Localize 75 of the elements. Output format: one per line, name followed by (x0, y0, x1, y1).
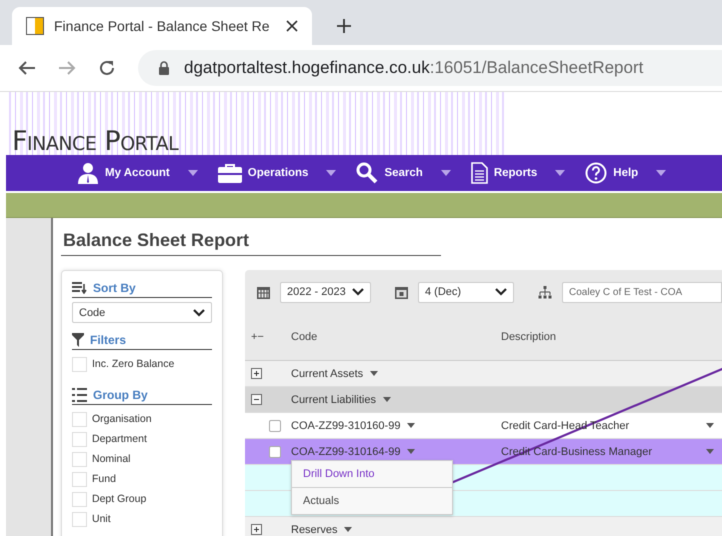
new-tab-icon[interactable] (336, 18, 352, 34)
menu-item[interactable]: Actuals (292, 488, 452, 514)
filter-icon (72, 333, 84, 347)
period-select[interactable]: 4 (Dec) (418, 282, 514, 302)
list-icon (72, 388, 87, 402)
expand-collapse-header[interactable]: +− (245, 331, 291, 343)
document-icon (470, 162, 488, 184)
checkbox[interactable] (269, 420, 281, 432)
close-icon[interactable] (286, 20, 298, 32)
caret-icon (555, 170, 566, 176)
table-cell: Credit Card-Business Manager (501, 446, 652, 458)
checkbox-label: Dept Group (92, 493, 146, 505)
page-title: Balance Sheet Report (61, 218, 441, 256)
hierarchy-icon (538, 286, 552, 298)
nav-menu-item[interactable]: Operations (214, 163, 340, 183)
address-bar[interactable]: dgatportaltest.hogefinance.co.uk:16051/BalanceSheetReport (138, 50, 722, 86)
group-label: Current Liabilities (291, 394, 376, 406)
favicon-icon (26, 17, 44, 35)
caret-icon[interactable] (706, 449, 714, 454)
url-text: dgatportaltest.hogefinance.co.uk:16051/BalanceSheetReport (184, 58, 644, 78)
lock-icon (158, 61, 170, 75)
portal-title: Finance Portal (12, 129, 178, 155)
checkbox-label: Organisation (92, 413, 152, 425)
browser-tab[interactable]: Finance Portal - Balance Sheet Re (12, 7, 312, 45)
menu-item[interactable]: Drill Down Into (292, 461, 452, 488)
person-icon (77, 162, 99, 184)
checkbox-label: Fund (92, 473, 116, 485)
account-row[interactable]: COA-ZZ99-310164-99 Credit Card-Business Manager (245, 439, 722, 465)
nav-menu-item[interactable]: Reports (466, 162, 570, 184)
back-icon[interactable] (18, 60, 36, 76)
caret-icon[interactable] (407, 423, 416, 428)
caret-icon[interactable] (370, 371, 378, 376)
caret-icon[interactable] (407, 449, 416, 454)
tab-title: Finance Portal - Balance Sheet Re (54, 18, 271, 34)
chevron-icon (193, 308, 205, 316)
collapse-icon[interactable] (251, 394, 262, 405)
caret-icon[interactable] (706, 423, 714, 428)
table-cell: COA-ZZ99-310164-99 (291, 446, 400, 458)
sort-icon (72, 282, 87, 294)
column-header: Description (501, 331, 556, 343)
group-label: Current Assets (291, 368, 364, 380)
caret-icon (188, 170, 198, 176)
column-header: Code (291, 331, 318, 343)
caret-icon (440, 170, 451, 176)
chart-of-accounts-field[interactable]: Coaley C of E Test - COA (562, 282, 722, 302)
calendar-icon (395, 286, 408, 298)
chevron-icon (495, 288, 507, 296)
reload-icon[interactable] (98, 59, 116, 77)
nav-menu-item[interactable]: My Account (73, 162, 202, 184)
nav-menu-item[interactable]: Search (352, 162, 455, 184)
checkbox-label: Inc. Zero Balance (92, 358, 174, 370)
nav-menu-item[interactable]: Help (581, 162, 670, 184)
briefcase-icon (218, 163, 242, 183)
table-cell: COA-ZZ99-310160-99 (291, 420, 400, 432)
caret-icon[interactable] (382, 397, 391, 402)
table-cell: Credit Card-Head Teacher (501, 420, 630, 432)
year-select[interactable]: 2022 - 2023 (280, 282, 371, 302)
group-label: Reserves (291, 524, 338, 536)
section-heading: Sort By (93, 281, 136, 295)
checkbox-label: Nominal (92, 453, 131, 465)
caret-icon (656, 170, 666, 176)
checkbox-label: Unit (92, 513, 111, 525)
expand-icon[interactable] (251, 524, 262, 535)
caret-icon[interactable] (344, 527, 352, 532)
help-icon (585, 162, 608, 184)
expand-icon[interactable] (251, 368, 262, 379)
search-icon (356, 162, 378, 184)
sort-select[interactable]: Code (72, 302, 212, 323)
caret-icon (326, 170, 336, 176)
checkbox-label: Department (92, 433, 147, 445)
calendar-icon (257, 286, 270, 298)
section-heading: Filters (90, 333, 126, 347)
chevron-icon (352, 288, 364, 296)
checkbox[interactable] (269, 446, 281, 458)
section-heading: Group By (93, 388, 148, 402)
